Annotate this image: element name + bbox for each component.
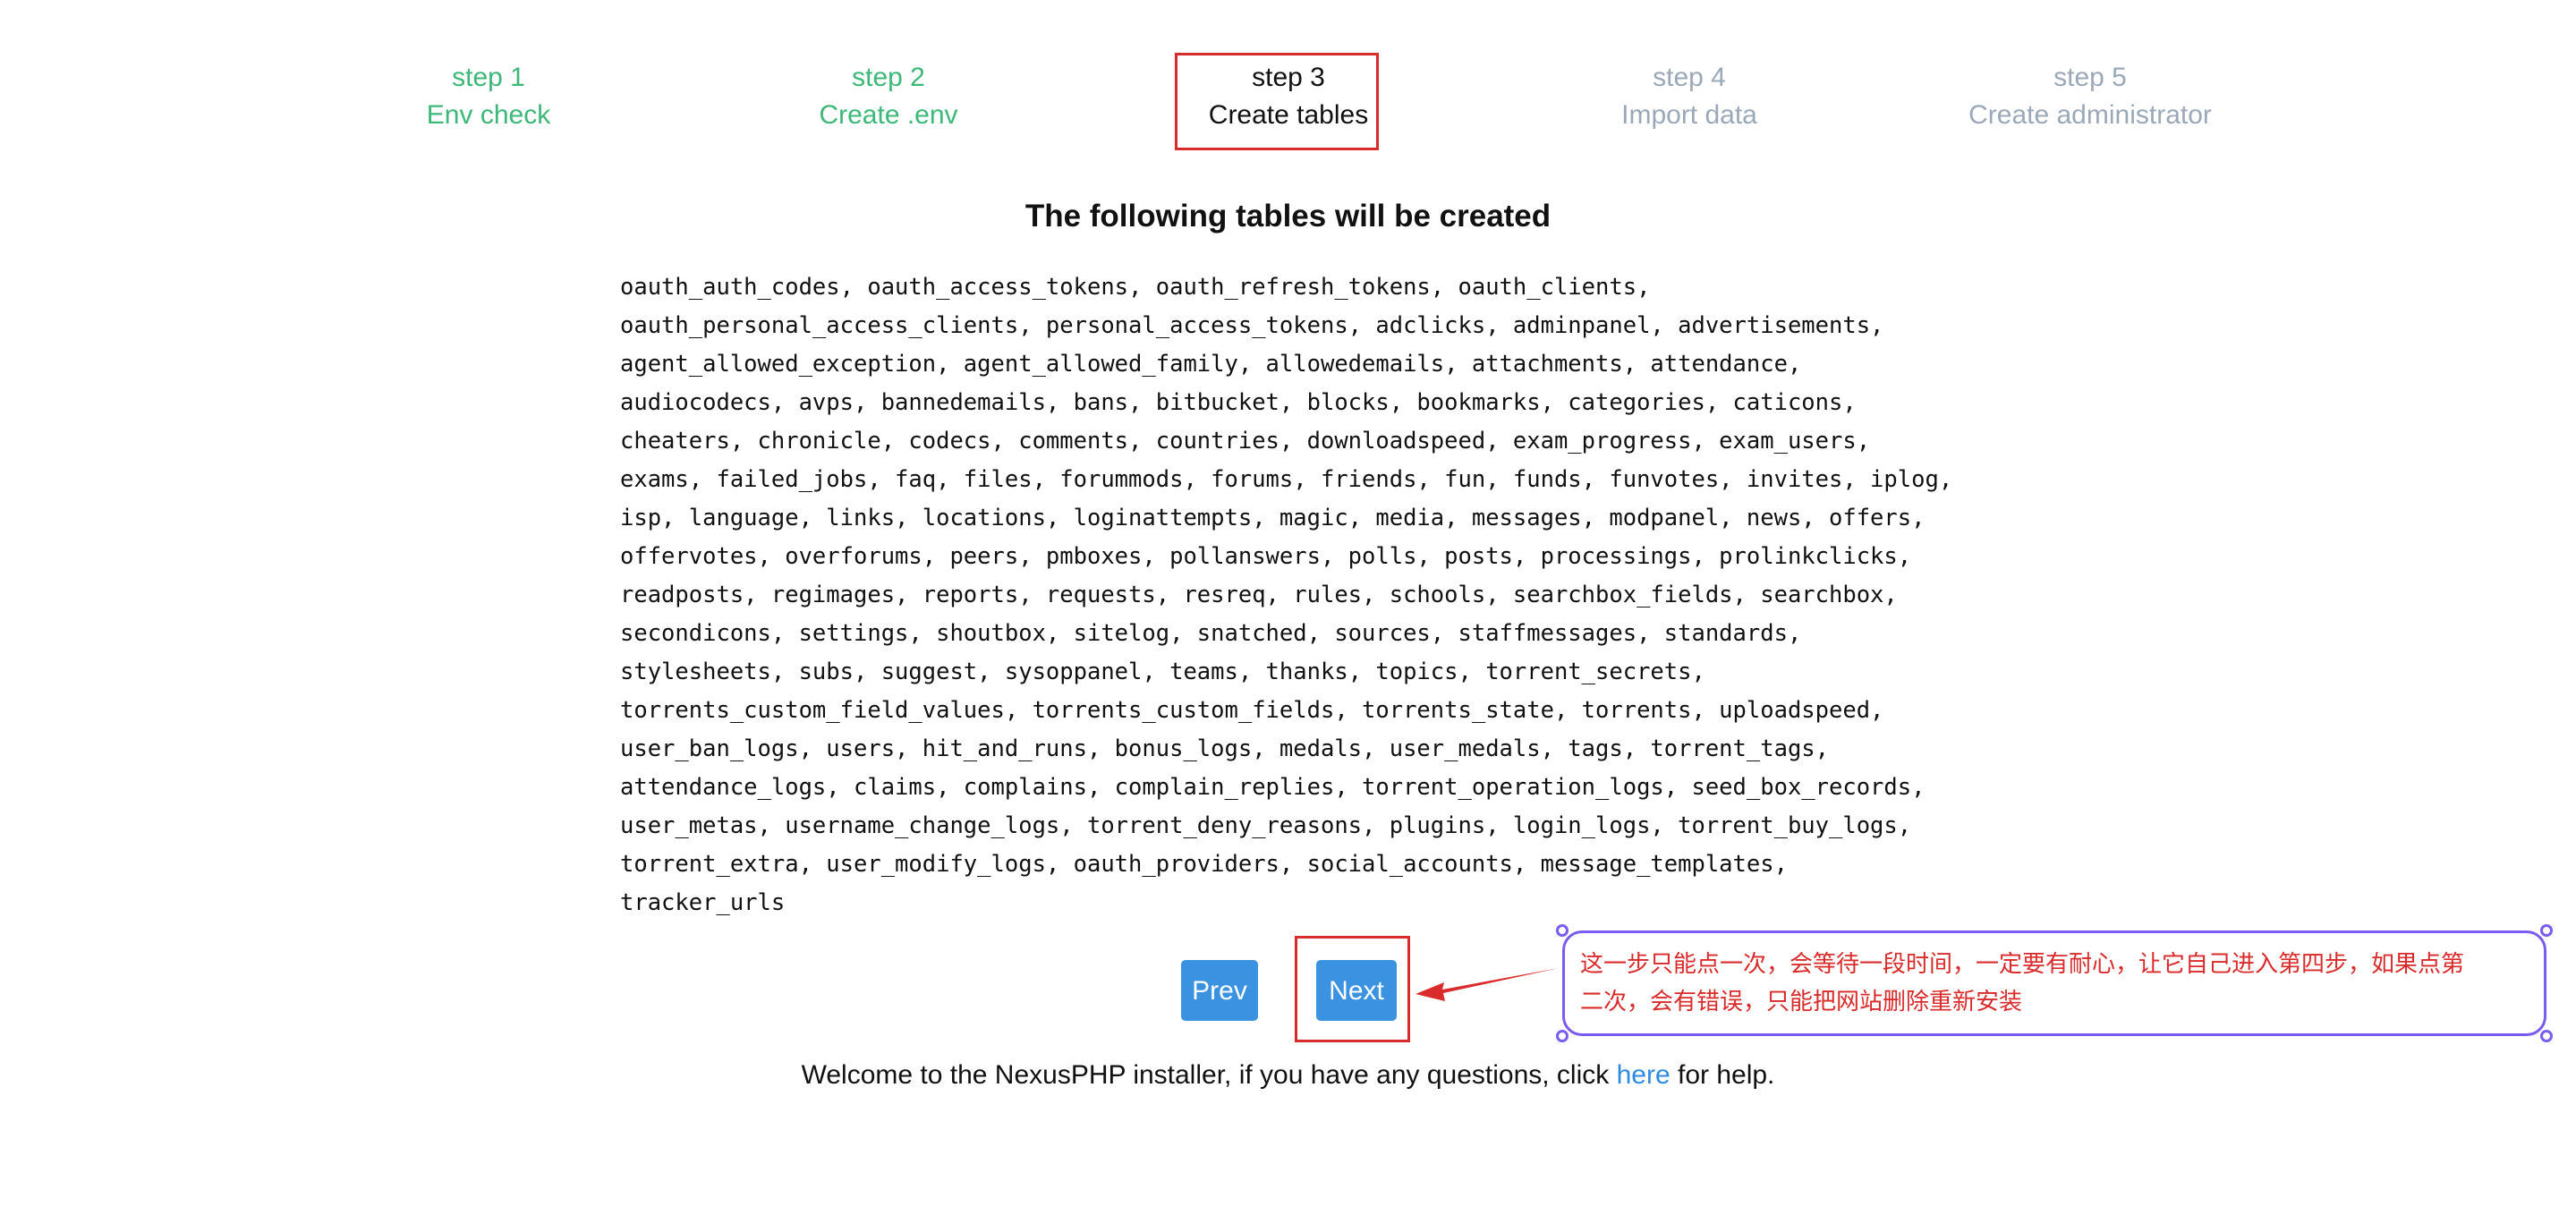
step-2: step 2 Create .env: [718, 59, 1058, 134]
resize-handle-bottom-right[interactable]: [2540, 1030, 2553, 1042]
step-1-label: Env check: [426, 100, 551, 130]
step-4: step 4 Import data: [1519, 59, 1859, 134]
table-list-line: attendance_logs, claims, complains, comp…: [620, 774, 1926, 801]
table-list-line: torrent_extra, user_modify_logs, oauth_p…: [620, 851, 1788, 878]
annotation-line-1: 这一步只能点一次，会等待一段时间，一定要有耐心，让它自己进入第四步，如果点第: [1580, 951, 2465, 978]
step-2-number: step 2: [852, 63, 925, 92]
next-button-highlight: [1295, 936, 1410, 1042]
resize-handle-top-right[interactable]: [2540, 924, 2553, 937]
tables-list: oauth_auth_codes, oauth_access_tokens, o…: [620, 268, 2016, 922]
table-list-line: user_metas, username_change_logs, torren…: [620, 812, 1912, 839]
footer-text-after: for help.: [1670, 1060, 1775, 1090]
table-list-line: oauth_auth_codes, oauth_access_tokens, o…: [620, 274, 1651, 301]
arrow-icon: [1416, 968, 1559, 1001]
page-title: The following tables will be created: [1024, 199, 1552, 234]
table-list-line: audiocodecs, avps, bannedemails, bans, b…: [620, 389, 1857, 416]
annotation-note: 这一步只能点一次，会等待一段时间，一定要有耐心，让它自己进入第四步，如果点第 二…: [1562, 930, 2546, 1036]
current-step-highlight: [1175, 53, 1379, 150]
table-list-line: readposts, regimages, reports, requests,…: [620, 582, 1898, 608]
table-list-line: tracker_urls: [620, 889, 786, 916]
table-list-line: secondicons, settings, shoutbox, sitelog…: [620, 620, 1802, 647]
table-list-line: isp, language, links, locations, loginat…: [620, 505, 1926, 531]
table-list-line: offervotes, overforums, peers, pmboxes, …: [620, 543, 1912, 570]
step-1-number: step 1: [452, 63, 525, 92]
step-4-number: step 4: [1653, 63, 1726, 92]
help-link[interactable]: here: [1617, 1060, 1671, 1090]
annotation-line-2: 二次，会有错误，只能把网站删除重新安装: [1580, 989, 2023, 1015]
resize-handle-bottom-left[interactable]: [1556, 1030, 1569, 1042]
step-4-label: Import data: [1621, 100, 1757, 130]
installer-page: step 1 Env check step 2 Create .env step…: [0, 0, 2576, 1215]
prev-button[interactable]: Prev: [1181, 960, 1258, 1021]
step-5: step 5 Create administrator: [1920, 59, 2260, 134]
table-list-line: exams, failed_jobs, faq, files, forummod…: [620, 466, 1953, 493]
table-list-line: cheaters, chronicle, codecs, comments, c…: [620, 428, 1871, 455]
table-list-line: torrents_custom_field_values, torrents_c…: [620, 697, 1884, 724]
footer-text: Welcome to the NexusPHP installer, if yo…: [0, 1060, 2576, 1091]
table-list-line: stylesheets, subs, suggest, sysoppanel, …: [620, 658, 1705, 685]
resize-handle-top-left[interactable]: [1556, 924, 1569, 937]
table-list-line: oauth_personal_access_clients, personal_…: [620, 312, 1884, 339]
table-list-line: agent_allowed_exception, agent_allowed_f…: [620, 351, 1802, 378]
step-5-number: step 5: [2053, 63, 2127, 92]
footer-text-before: Welcome to the NexusPHP installer, if yo…: [801, 1060, 1617, 1090]
step-1: step 1 Env check: [319, 59, 659, 134]
table-list-line: user_ban_logs, users, hit_and_runs, bonu…: [620, 735, 1830, 762]
step-2-label: Create .env: [819, 100, 958, 130]
step-5-label: Create administrator: [1968, 100, 2212, 130]
